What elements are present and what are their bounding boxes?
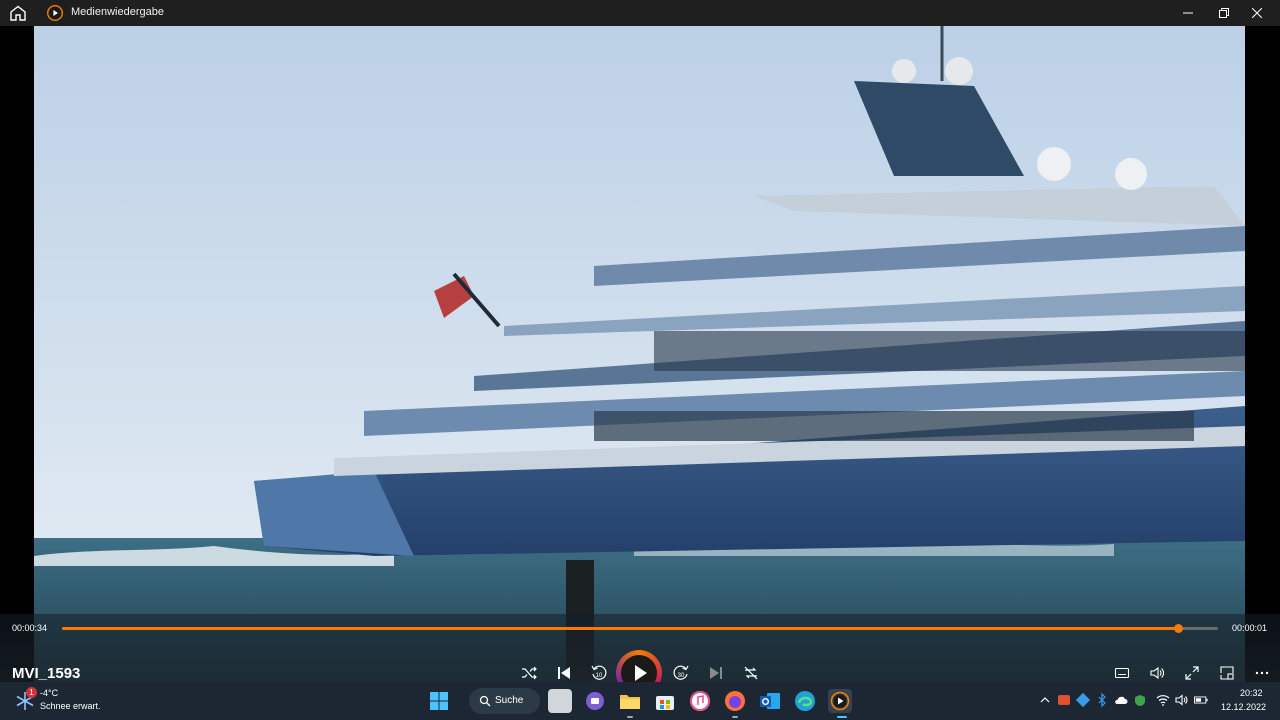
maximize-icon (1219, 8, 1229, 18)
search-icon (479, 695, 491, 707)
subtitles-icon (1114, 667, 1130, 679)
file-name: MVI_1593 (12, 665, 81, 682)
rewind-10-button[interactable]: 10 (587, 661, 611, 682)
seek-progress (62, 627, 1178, 630)
bluetooth-icon[interactable] (1095, 693, 1109, 707)
start-button[interactable] (427, 689, 451, 713)
previous-button[interactable] (552, 661, 576, 682)
seek-bar[interactable] (62, 624, 1218, 633)
repeat-button[interactable] (739, 661, 763, 682)
show-hidden-icons-button[interactable] (1038, 693, 1052, 707)
chat-bubble-icon (586, 692, 604, 710)
window-title: Medienwiedergabe (71, 6, 164, 18)
current-time: 00:00:34 (12, 623, 48, 633)
shuffle-button[interactable] (517, 661, 541, 682)
tray-app-dropbox-icon[interactable] (1075, 692, 1091, 708)
svg-text:10: 10 (596, 673, 603, 679)
weather-temperature: -4°C (40, 688, 59, 698)
previous-icon (558, 667, 570, 679)
edge-icon[interactable] (793, 689, 817, 713)
media-player-taskbar-icon[interactable] (828, 689, 852, 713)
speaker-icon[interactable] (1175, 693, 1189, 707)
itunes-icon[interactable] (688, 689, 712, 713)
clock-date[interactable]: 12.12.2022 (1221, 702, 1266, 712)
edge-logo-icon (795, 691, 815, 711)
video-surface[interactable]: 00:00:34 00:00:01 MVI_1593 10 30 (0, 26, 1280, 682)
volume-icon (1150, 666, 1164, 680)
taskbar: 1 -4°C Schnee erwart. Suche 20:32 12.12.… (0, 682, 1280, 720)
outlook-icon[interactable] (758, 689, 782, 713)
file-explorer-icon[interactable] (618, 689, 642, 713)
music-note-icon (690, 691, 710, 711)
media-player-logo-icon (830, 691, 850, 711)
teams-chat-icon[interactable] (583, 689, 607, 713)
chevron-up-icon (1040, 697, 1050, 703)
forward-30-button[interactable]: 30 (669, 661, 693, 682)
next-button[interactable] (704, 661, 728, 682)
search-label: Suche (495, 695, 524, 706)
active-indicator (837, 716, 847, 718)
weather-widget[interactable]: 1 -4°C Schnee erwart. (10, 682, 120, 720)
close-icon (1252, 8, 1262, 18)
wifi-icon[interactable] (1156, 693, 1170, 707)
rewind-10-icon: 10 (591, 665, 607, 680)
media-player-app-icon (47, 5, 63, 21)
clock-time[interactable]: 20:32 (1240, 688, 1263, 698)
weather-description: Schnee erwart. (40, 701, 101, 711)
taskbar-search[interactable]: Suche (469, 688, 540, 714)
fullscreen-icon (1185, 666, 1199, 680)
mini-player-icon (1220, 666, 1234, 680)
home-icon[interactable] (9, 5, 27, 21)
folder-icon (620, 695, 640, 709)
more-options-button[interactable] (1250, 661, 1274, 682)
play-button[interactable] (618, 652, 660, 682)
forward-30-icon: 30 (673, 665, 689, 680)
minimize-icon (1183, 12, 1193, 14)
running-indicator (627, 716, 633, 718)
playback-controls: 00:00:34 00:00:01 MVI_1593 10 30 (0, 614, 1280, 682)
windows-icon (430, 692, 448, 710)
cloud-sync-icon[interactable] (1114, 693, 1128, 707)
store-icon[interactable] (653, 689, 677, 713)
video-frame (34, 26, 1245, 682)
mini-player-button[interactable] (1215, 661, 1239, 682)
play-icon (635, 665, 647, 681)
weather-badge: 1 (26, 687, 37, 698)
firefox-icon[interactable] (723, 689, 747, 713)
firefox-logo-icon (725, 691, 745, 711)
seek-thumb[interactable] (1173, 624, 1183, 633)
fullscreen-button[interactable] (1180, 661, 1204, 682)
running-indicator (732, 716, 738, 718)
close-button[interactable] (1234, 0, 1280, 26)
title-bar: Medienwiedergabe (0, 0, 1280, 26)
shuffle-icon (522, 666, 537, 680)
battery-icon[interactable] (1194, 693, 1208, 707)
svg-text:30: 30 (678, 673, 685, 679)
task-view-icon[interactable] (548, 689, 572, 713)
volume-button[interactable] (1145, 661, 1169, 682)
store-bag-icon (656, 696, 674, 710)
repeat-off-icon (744, 666, 758, 680)
subtitles-button[interactable] (1110, 661, 1134, 682)
outlook-logo-icon (760, 693, 780, 709)
tray-app-red-icon[interactable] (1057, 693, 1071, 707)
security-shield-icon[interactable] (1133, 693, 1147, 707)
more-icon (1255, 671, 1269, 675)
remaining-time: 00:00:01 (1232, 623, 1268, 633)
next-icon (710, 667, 722, 679)
